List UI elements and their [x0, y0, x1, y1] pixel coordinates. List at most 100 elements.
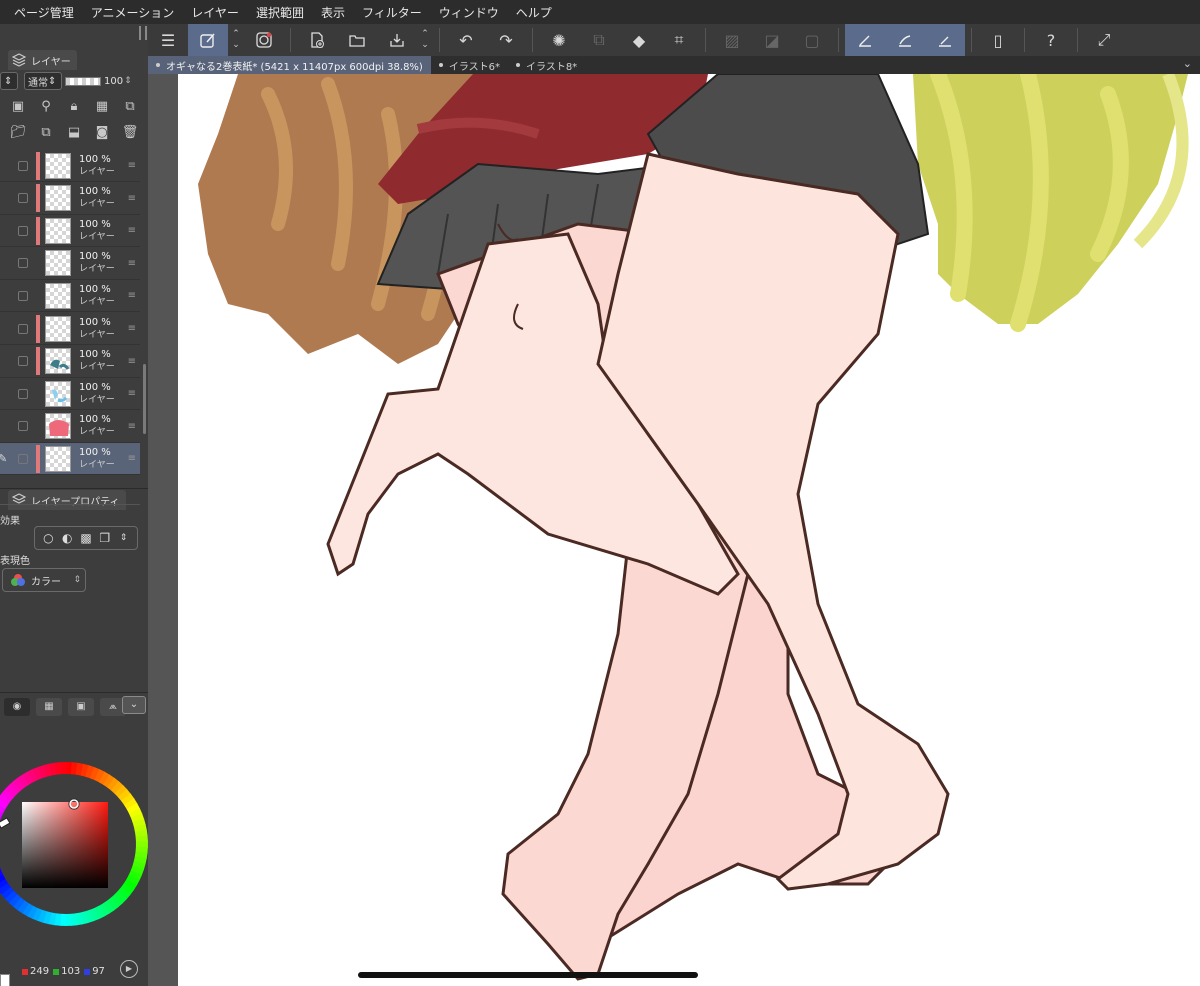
- tab-document-2[interactable]: イラスト6*: [431, 56, 508, 74]
- blend-mode-select[interactable]: 通常 ⇕: [24, 72, 62, 90]
- layer-row[interactable]: 100 % レイヤー ≡: [0, 378, 140, 411]
- visibility-toggle[interactable]: [0, 150, 10, 182]
- layer-lock-checkbox[interactable]: [18, 453, 28, 464]
- visibility-toggle[interactable]: [0, 182, 10, 214]
- menu-selection[interactable]: 選択範囲: [256, 4, 304, 21]
- swirl-icon[interactable]: [244, 24, 284, 56]
- redo-icon[interactable]: ↷: [486, 24, 526, 56]
- layer-menu-icon[interactable]: ≡: [128, 225, 136, 236]
- layer-row[interactable]: 100 % レイヤー ≡: [0, 346, 140, 378]
- layer-row[interactable]: 100 % レイヤー ≡: [0, 280, 140, 313]
- menu-icon[interactable]: ☰: [148, 24, 188, 56]
- lock-icon[interactable]: 🔒︎: [65, 98, 83, 116]
- tool-switch-arrows-icon[interactable]: ⌃ ⌄: [228, 24, 244, 56]
- opacity-value[interactable]: 100: [104, 76, 123, 87]
- layer-lock-checkbox[interactable]: [18, 193, 28, 204]
- layer-menu-icon[interactable]: ≡: [128, 160, 136, 171]
- open-folder-icon[interactable]: [337, 24, 377, 56]
- effect-more-icon[interactable]: ⇕: [117, 531, 131, 545]
- layer-lock-checkbox[interactable]: [18, 258, 28, 269]
- curve-snap-icon[interactable]: [885, 24, 925, 56]
- mask-icon[interactable]: ⧉: [121, 98, 139, 116]
- clip-layer-icon[interactable]: ▣: [9, 98, 27, 116]
- border-effect-icon[interactable]: ○: [41, 531, 55, 545]
- panel-drag-handle[interactable]: [139, 26, 147, 40]
- layer-menu-icon[interactable]: ≡: [128, 388, 136, 399]
- layer-mask-icon[interactable]: ◙: [93, 124, 111, 142]
- layer-row[interactable]: 100 % レイヤー ≡: [0, 183, 140, 215]
- chevron-down-icon[interactable]: ⌄: [1183, 57, 1192, 70]
- visibility-toggle[interactable]: [0, 247, 10, 279]
- color-wheel[interactable]: [0, 762, 148, 926]
- device-icon[interactable]: ▯: [978, 24, 1018, 56]
- new-folder-icon[interactable]: 📁︎: [9, 124, 27, 142]
- layer-lock-checkbox[interactable]: [18, 388, 28, 399]
- layer-list-scrollbar[interactable]: [143, 364, 146, 434]
- tab-document-1[interactable]: オギャなる2巻表紙* (5421 x 11407px 600dpi 38.8%): [148, 56, 431, 74]
- collapse-panel-button[interactable]: ⌄: [122, 696, 146, 714]
- pen-tool-icon[interactable]: [188, 24, 228, 56]
- save-options-arrows-icon[interactable]: ⌃ ⌄: [417, 24, 433, 56]
- menu-layer[interactable]: レイヤー: [191, 4, 239, 21]
- layer-option-select[interactable]: ⇕: [0, 72, 18, 90]
- layer-menu-icon[interactable]: ≡: [128, 193, 136, 204]
- undo-icon[interactable]: ↶: [446, 24, 486, 56]
- opacity-slider[interactable]: [65, 76, 101, 86]
- layer-row[interactable]: 100 % レイヤー ≡: [0, 313, 140, 345]
- layer-menu-icon[interactable]: ≡: [128, 258, 136, 269]
- layer-menu-icon[interactable]: ≡: [128, 323, 136, 334]
- layer-lock-checkbox[interactable]: [18, 290, 28, 301]
- menu-window[interactable]: ウィンドウ: [439, 4, 499, 21]
- new-page-icon[interactable]: [297, 24, 337, 56]
- layer-panel-tab[interactable]: レイヤー: [8, 50, 77, 70]
- visibility-toggle[interactable]: [0, 378, 10, 410]
- layer-property-tab[interactable]: レイヤープロパティ: [8, 490, 126, 510]
- layer-lock-checkbox[interactable]: [18, 225, 28, 236]
- lock-transparency-icon[interactable]: ▦: [93, 98, 111, 116]
- layer-menu-icon[interactable]: ≡: [128, 421, 136, 432]
- layer-menu-icon[interactable]: ≡: [128, 453, 136, 464]
- visibility-toggle[interactable]: [0, 280, 10, 312]
- play-icon[interactable]: ▶: [120, 960, 138, 978]
- visibility-toggle[interactable]: [0, 345, 10, 377]
- menu-animation[interactable]: アニメーション: [91, 4, 175, 21]
- trash-icon[interactable]: 🗑︎: [121, 124, 139, 142]
- layer-lock-checkbox[interactable]: [18, 421, 28, 432]
- layer-row[interactable]: 100 % レイヤー ≡: [0, 411, 140, 443]
- tab-document-3[interactable]: イラスト8*: [508, 56, 585, 74]
- pattern-effect-icon[interactable]: ▩: [79, 531, 93, 545]
- visibility-toggle[interactable]: [0, 313, 10, 345]
- layer-menu-icon[interactable]: ≡: [128, 290, 136, 301]
- layer-color-icon[interactable]: ❐: [98, 531, 112, 545]
- menu-filter[interactable]: フィルター: [362, 4, 422, 21]
- transform-icon[interactable]: ⧉: [579, 24, 619, 56]
- fill-icon[interactable]: ◆: [619, 24, 659, 56]
- tab-color-wheel[interactable]: ◉: [4, 698, 30, 716]
- layer-row[interactable]: 100 % レイヤー ≡: [0, 248, 140, 280]
- save-icon[interactable]: [377, 24, 417, 56]
- drawing-canvas[interactable]: [178, 74, 1200, 986]
- canvas-area[interactable]: [148, 74, 1200, 986]
- deselect-icon[interactable]: ▨: [712, 24, 752, 56]
- layer-menu-icon[interactable]: ≡: [128, 356, 136, 367]
- copy-layer-icon[interactable]: ⧉: [37, 124, 55, 142]
- menu-help[interactable]: ヘルプ: [516, 4, 552, 21]
- crop-icon[interactable]: ⌗: [659, 24, 699, 56]
- help-icon[interactable]: ?: [1031, 24, 1071, 56]
- current-color-swatch[interactable]: [0, 974, 10, 986]
- layer-row[interactable]: 100 % レイヤー ≡: [0, 150, 140, 182]
- menu-view[interactable]: 表示: [321, 4, 345, 21]
- layer-row[interactable]: 100 % レイヤー ≡ ✎: [0, 443, 140, 476]
- visibility-toggle[interactable]: [0, 410, 10, 442]
- loading-icon[interactable]: ✺: [539, 24, 579, 56]
- invert-icon[interactable]: ◪: [752, 24, 792, 56]
- ruler-snap-icon[interactable]: [845, 24, 885, 56]
- opacity-stepper[interactable]: ⇕: [124, 76, 132, 86]
- reference-layer-icon[interactable]: ⚲: [37, 98, 55, 116]
- border-icon[interactable]: ▢: [792, 24, 832, 56]
- line-snap-icon[interactable]: [925, 24, 965, 56]
- tab-color-set[interactable]: ▦: [36, 698, 62, 716]
- expression-color-select[interactable]: カラー ⇕: [2, 568, 86, 592]
- merge-down-icon[interactable]: ⬓: [65, 124, 83, 142]
- menu-page-management[interactable]: ページ管理: [14, 4, 74, 21]
